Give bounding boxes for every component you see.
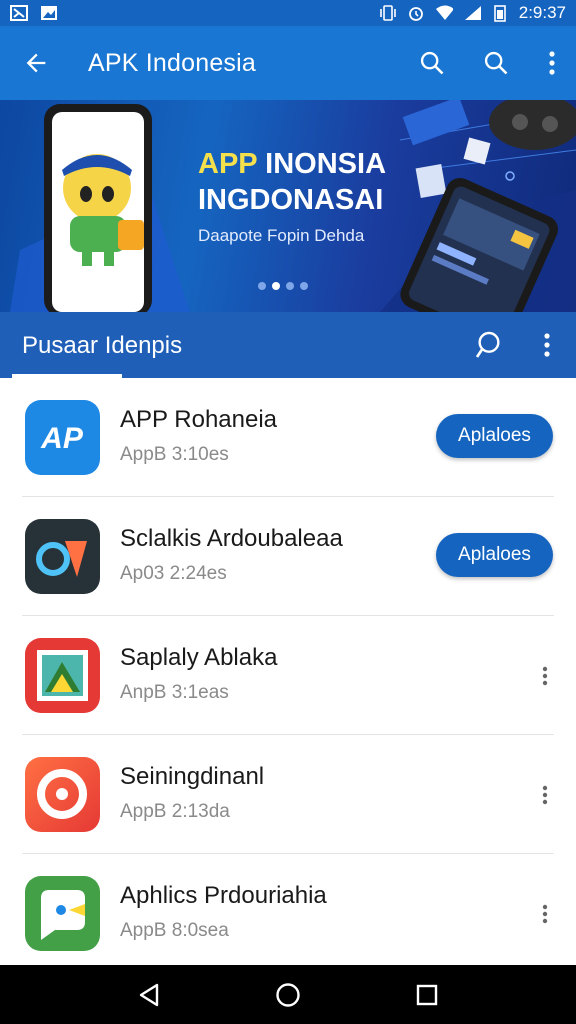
more-vert-icon xyxy=(542,785,548,805)
app-meta: AnpB 3:1eas xyxy=(120,682,229,703)
more-options-button[interactable] xyxy=(528,656,562,696)
list-item[interactable]: Seiningdinanl AppB 2:13da xyxy=(0,735,576,854)
search-icon xyxy=(420,51,444,75)
search-alt-button[interactable] xyxy=(464,26,528,100)
map-pin-logo-icon xyxy=(25,519,100,594)
app-name: Aphlics Prdouriahia xyxy=(120,882,327,909)
system-nav-bar xyxy=(0,965,576,1024)
wifi-icon xyxy=(435,5,453,21)
arrow-back-icon xyxy=(26,53,46,73)
tab-pusaar-idenpis[interactable]: Pusaar Idenpis xyxy=(0,312,182,378)
nav-recents-button[interactable] xyxy=(397,965,457,1024)
pager-dot xyxy=(300,282,308,290)
pager-dot xyxy=(286,282,294,290)
banner-headline: APP INONSIA INGDONASAI xyxy=(198,148,387,216)
section-overflow-button[interactable] xyxy=(518,312,576,378)
app-meta: AppB 2:13da xyxy=(120,801,230,822)
svg-text:AP: AP xyxy=(40,422,84,455)
search-icon xyxy=(484,51,508,75)
app-name: Sclalkis Ardoubaleaa xyxy=(120,525,343,552)
list-item[interactable]: Aphlics Prdouriahia AppB 8:0sea xyxy=(0,854,576,973)
battery-icon xyxy=(491,5,509,22)
app-meta: AppB 8:0sea xyxy=(120,920,229,941)
promo-banner[interactable]: APP INONSIA INGDONASAI Daapote Fopin Deh… xyxy=(0,100,576,312)
more-options-button[interactable] xyxy=(528,894,562,934)
recents-icon xyxy=(416,984,437,1005)
home-icon xyxy=(276,982,300,1007)
more-vert-icon xyxy=(549,51,555,75)
more-vert-icon xyxy=(542,666,548,686)
pager-dot-active xyxy=(272,282,280,290)
more-vert-icon xyxy=(544,333,550,357)
ap-logo-icon: AP xyxy=(25,400,100,475)
signal-icon xyxy=(463,5,481,21)
notification-photo-icon xyxy=(40,5,58,21)
photo-frame-logo-icon xyxy=(25,638,100,713)
app-meta: AppB 3:10es xyxy=(120,444,229,465)
search-button[interactable] xyxy=(400,26,464,100)
install-button[interactable]: Aplaloes xyxy=(436,533,553,577)
pager-dot xyxy=(258,282,266,290)
chat-bubble-logo-icon xyxy=(25,876,100,951)
app-list: AP APP Rohaneia AppB 3:10es Aplaloes Scl… xyxy=(0,378,576,973)
camera-ring-logo-icon xyxy=(25,757,100,832)
alarm-icon xyxy=(407,5,425,21)
banner-pager xyxy=(258,282,308,290)
app-title: APK Indonesia xyxy=(88,48,256,77)
app-bar: APK Indonesia xyxy=(0,26,576,100)
app-name: Seiningdinanl xyxy=(120,763,265,790)
list-item[interactable]: Sclalkis Ardoubaleaa Ap03 2:24es Aplaloe… xyxy=(0,497,576,616)
app-name: APP Rohaneia xyxy=(120,406,278,433)
vibrate-icon xyxy=(379,5,397,21)
section-search-button[interactable] xyxy=(460,312,518,378)
status-bar: 2:9:37 xyxy=(0,0,576,26)
banner-subtitle: Daapote Fopin Dehda xyxy=(198,226,365,245)
nav-home-button[interactable] xyxy=(258,965,318,1024)
back-button[interactable] xyxy=(0,26,72,100)
overflow-menu-button[interactable] xyxy=(528,26,576,100)
more-vert-icon xyxy=(542,904,548,924)
list-item[interactable]: AP APP Rohaneia AppB 3:10es Aplaloes xyxy=(0,378,576,497)
nav-back-button[interactable] xyxy=(119,965,179,1024)
back-icon xyxy=(140,983,159,1006)
list-item[interactable]: Saplaly Ablaka AnpB 3:1eas xyxy=(0,616,576,735)
tab-label: Pusaar Idenpis xyxy=(22,332,183,359)
section-tab-bar: Pusaar Idenpis xyxy=(0,312,576,378)
status-time: 2:9:37 xyxy=(518,3,566,22)
app-name: Saplaly Ablaka xyxy=(120,644,278,671)
app-meta: Ap03 2:24es xyxy=(120,563,227,584)
search-icon xyxy=(475,331,500,358)
install-button[interactable]: Aplaloes xyxy=(436,414,553,458)
more-options-button[interactable] xyxy=(528,775,562,815)
notification-image-icon xyxy=(10,5,28,21)
